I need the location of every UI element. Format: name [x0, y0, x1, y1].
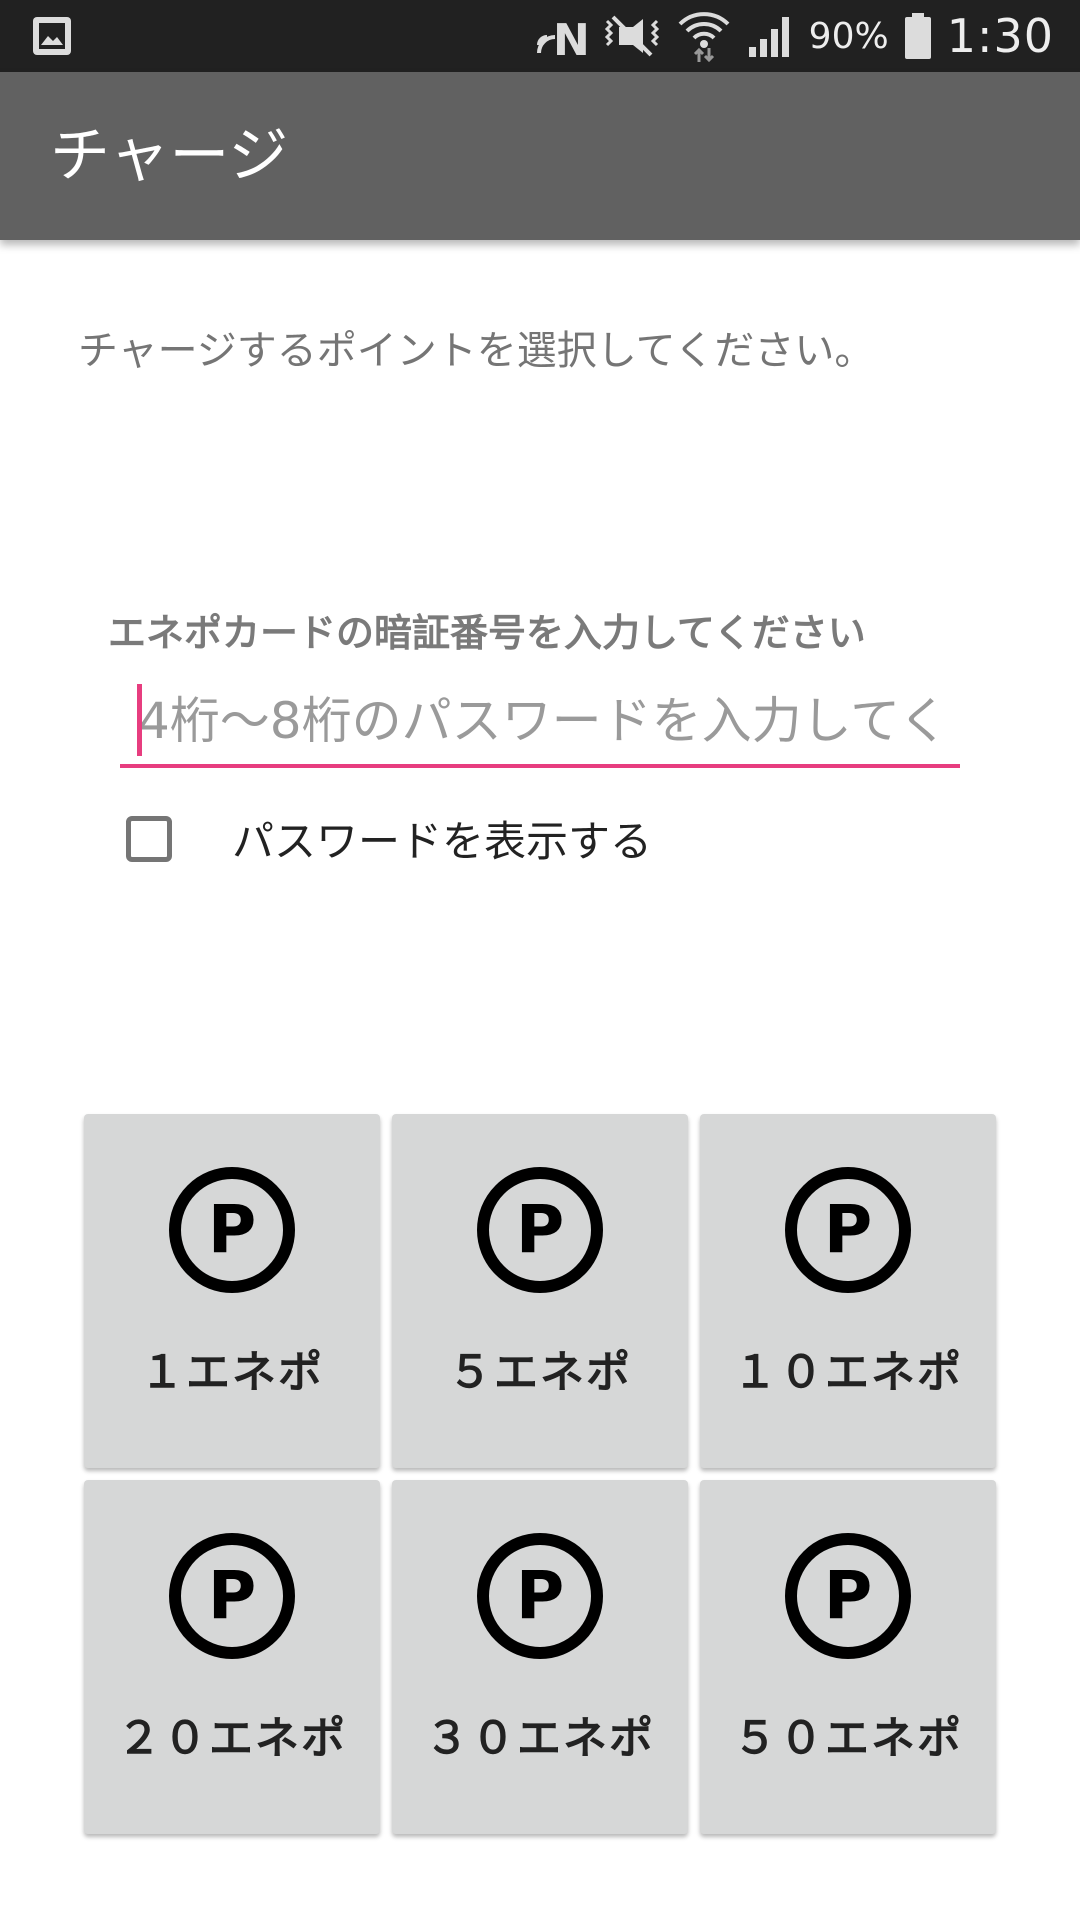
- status-bar: N 90% 1:30: [0, 0, 1080, 72]
- point-p-icon: P: [477, 1167, 603, 1293]
- nfc-icon: N: [536, 15, 587, 59]
- status-icons: N 90% 1:30: [535, 0, 1054, 72]
- svg-text:P: P: [516, 1557, 564, 1634]
- battery-icon: [904, 13, 931, 59]
- app-bar: チャージ: [0, 72, 1080, 240]
- charge-option-label: ２０エネポ: [117, 1713, 347, 1764]
- clock: 1:30: [946, 9, 1054, 63]
- show-password-toggle[interactable]: パスワードを表示する: [126, 808, 652, 869]
- svg-text:P: P: [824, 1557, 872, 1634]
- charge-option-label: ５０エネポ: [733, 1713, 963, 1764]
- charge-options-grid: P １エネポ P ５エネポ P １０エネポ P ２０エネポ P ３０エネポ P …: [84, 1114, 996, 1834]
- charge-option-button[interactable]: P １０エネポ: [700, 1114, 996, 1468]
- pin-input[interactable]: [120, 678, 960, 768]
- svg-text:N: N: [553, 15, 587, 59]
- show-password-checkbox[interactable]: [126, 815, 172, 862]
- point-p-icon: P: [785, 1167, 911, 1293]
- charge-option-button[interactable]: P ５０エネポ: [700, 1480, 996, 1834]
- charge-option-label: ３０エネポ: [425, 1713, 655, 1764]
- charge-option-button[interactable]: P ２０エネポ: [84, 1480, 380, 1834]
- svg-text:P: P: [824, 1191, 872, 1268]
- charge-option-button[interactable]: P ５エネポ: [392, 1114, 688, 1468]
- text-cursor: [137, 684, 142, 756]
- battery-percent: 90%: [808, 15, 889, 57]
- wifi-icon: [678, 12, 730, 63]
- pin-field-label: エネポカードの暗証番号を入力してください: [108, 611, 866, 655]
- point-p-icon: P: [169, 1533, 295, 1659]
- svg-text:P: P: [208, 1191, 256, 1268]
- charge-option-button[interactable]: P １エネポ: [84, 1114, 380, 1468]
- show-password-label: パスワードを表示する: [232, 817, 653, 866]
- instruction-text: チャージするポイントを選択してください。: [78, 328, 875, 374]
- charge-option-label: １０エネポ: [733, 1347, 963, 1398]
- vibrate-mute-icon: [604, 15, 659, 57]
- charge-option-label: ５エネポ: [448, 1347, 632, 1398]
- charge-option-button[interactable]: P ３０エネポ: [392, 1480, 688, 1834]
- svg-text:P: P: [208, 1557, 256, 1634]
- gallery-icon: [33, 17, 71, 55]
- point-p-icon: P: [169, 1167, 295, 1293]
- signal-icon: [748, 17, 789, 57]
- page-title: チャージ: [50, 121, 289, 191]
- svg-text:P: P: [516, 1191, 564, 1268]
- charge-option-label: １エネポ: [140, 1347, 324, 1398]
- point-p-icon: P: [785, 1533, 911, 1659]
- point-p-icon: P: [477, 1533, 603, 1659]
